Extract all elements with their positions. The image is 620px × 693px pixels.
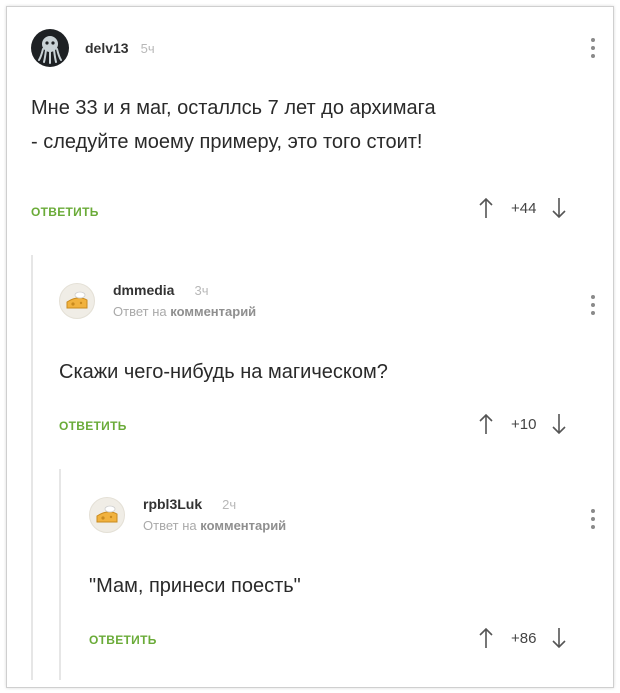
comment-header: delv13 5ч: [31, 29, 155, 67]
comment-text: "Мам, принеси поесть": [89, 569, 301, 603]
comment-text-line: Скажи чего-нибудь на магическом?: [59, 361, 388, 383]
comment-text: Скажи чего-нибудь на магическом?: [59, 355, 388, 389]
thread-line: [31, 255, 33, 680]
thread-line: [59, 469, 61, 680]
comment-text-line: "Мам, принеси поесть": [89, 575, 301, 597]
comment-text-line: - следуйте моему примеру, это того стоит…: [31, 131, 423, 153]
comment-header: rpbl3Luk 2ч Ответ на комментарий: [89, 496, 286, 533]
comment-text: Мне 33 и я маг, осталлсь 7 лет до архима…: [31, 91, 436, 159]
arrow-down-icon[interactable]: [552, 197, 567, 219]
arrow-up-icon[interactable]: [479, 197, 493, 219]
reply-to-link[interactable]: комментарий: [200, 518, 286, 533]
vote-controls: +86: [479, 627, 567, 649]
vertical-ellipsis-icon[interactable]: [591, 38, 595, 58]
vote-score: +10: [511, 415, 537, 433]
reply-button[interactable]: ОТВЕТИТЬ: [59, 419, 127, 433]
avatar[interactable]: [89, 496, 125, 533]
comment-thread: delv13 5ч Мне 33 и я маг, осталлсь 7 лет…: [6, 6, 614, 688]
vertical-ellipsis-icon[interactable]: [591, 509, 595, 529]
cheese-icon: [66, 291, 88, 308]
vote-score: +86: [511, 629, 537, 647]
timestamp: 3ч: [194, 282, 209, 298]
arrow-up-icon[interactable]: [479, 627, 493, 649]
arrow-down-icon[interactable]: [552, 627, 567, 649]
arrow-up-icon[interactable]: [479, 413, 493, 435]
username[interactable]: dmmedia: [113, 282, 174, 298]
comment-author-row: dmmedia 3ч: [113, 282, 256, 298]
reply-to-prefix: Ответ на: [113, 304, 167, 319]
reply-button[interactable]: ОТВЕТИТЬ: [89, 633, 157, 647]
reply-to-prefix: Ответ на: [143, 518, 197, 533]
comment-header: dmmedia 3ч Ответ на комментарий: [59, 282, 256, 319]
username[interactable]: rpbl3Luk: [143, 496, 202, 512]
avatar[interactable]: [31, 29, 69, 67]
cheese-icon: [96, 505, 118, 522]
reply-button[interactable]: ОТВЕТИТЬ: [31, 205, 99, 219]
octopus-icon: [38, 36, 62, 64]
arrow-down-icon[interactable]: [552, 413, 567, 435]
vote-controls: +10: [479, 413, 567, 435]
avatar[interactable]: [59, 282, 95, 319]
reply-to-link[interactable]: комментарий: [170, 304, 256, 319]
comment-meta: dmmedia 3ч Ответ на комментарий: [113, 282, 256, 319]
comment-text-line: Мне 33 и я маг, осталлсь 7 лет до архима…: [31, 97, 436, 119]
reply-to-label: Ответ на комментарий: [143, 518, 286, 533]
timestamp: 2ч: [222, 496, 237, 512]
vote-score: +44: [511, 199, 537, 217]
reply-to-label: Ответ на комментарий: [113, 304, 256, 319]
username[interactable]: delv13: [85, 40, 129, 56]
vote-controls: +44: [479, 197, 567, 219]
vertical-ellipsis-icon[interactable]: [591, 295, 595, 315]
comment-meta: rpbl3Luk 2ч Ответ на комментарий: [143, 496, 286, 533]
timestamp: 5ч: [140, 40, 155, 56]
comment-author-row: rpbl3Luk 2ч: [143, 496, 286, 512]
